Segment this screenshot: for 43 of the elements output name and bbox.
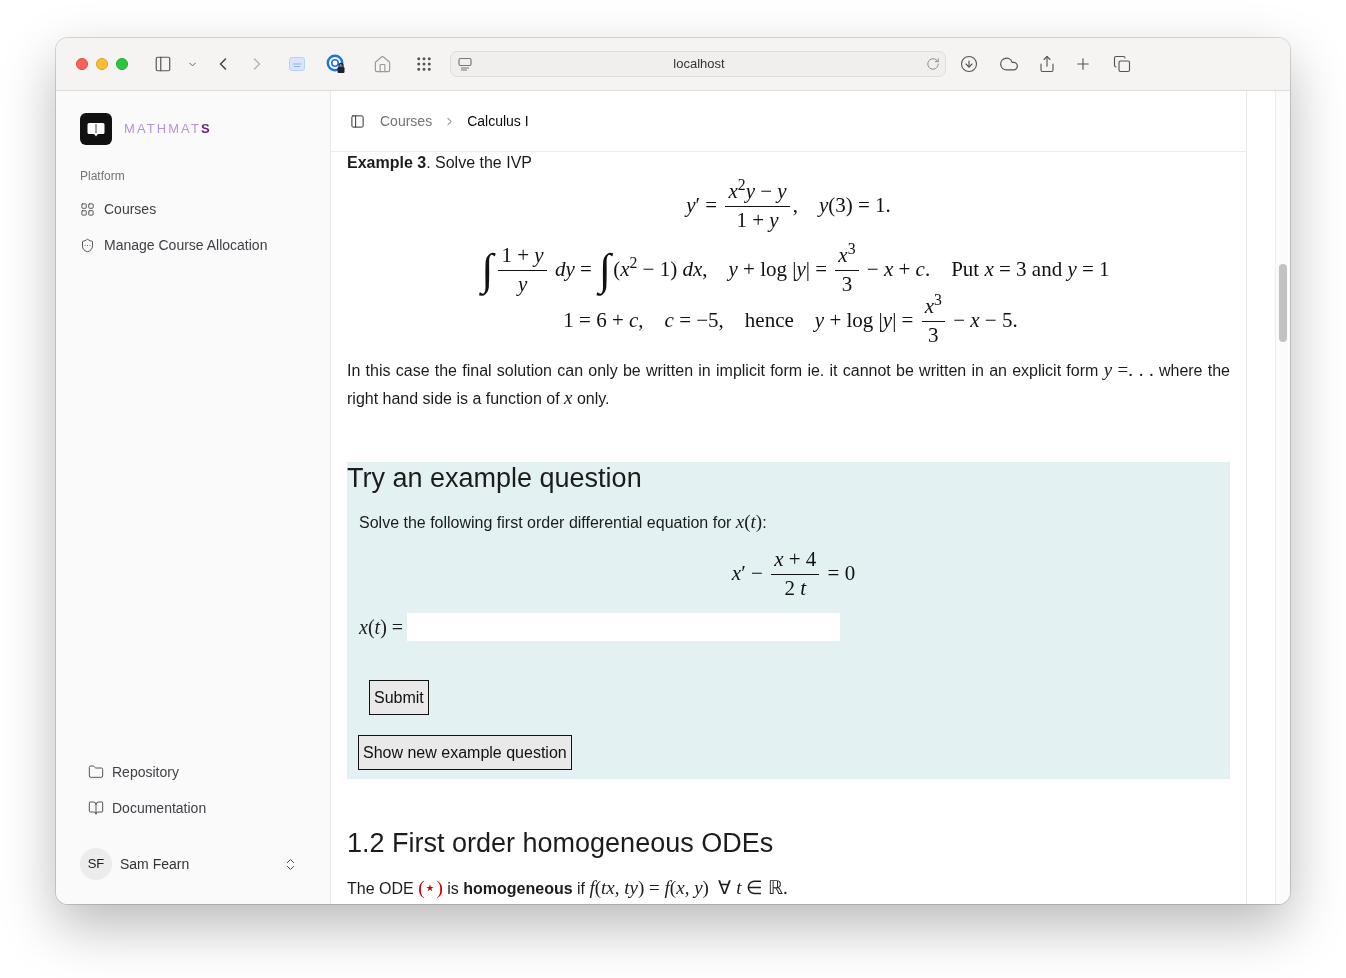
user-name: Sam Fearn — [120, 854, 190, 874]
page-icon[interactable] — [458, 57, 472, 71]
nav-link[interactable]: Manage Course Allocation — [72, 227, 276, 263]
user-avatar: SF — [80, 848, 112, 880]
new-question-button[interactable]: Show new example question — [358, 735, 572, 770]
section-heading: 1.2 First order homogeneous ODEs — [347, 827, 775, 860]
download-icon[interactable] — [960, 55, 978, 73]
tabs-icon[interactable] — [1113, 55, 1131, 73]
breadcrumb-link[interactable]: Calculus I — [467, 110, 529, 132]
home-icon[interactable] — [373, 54, 392, 74]
sidebar-icon[interactable] — [154, 55, 172, 73]
breadcrumb-link[interactable]: Courses — [380, 110, 433, 132]
lock-ring-icon[interactable] — [326, 54, 346, 74]
question-text: Solve the following first order differential equation for x(t): — [359, 511, 767, 534]
paragraph: The ODE (⋆) is homogeneous if f(tx, ty) = f(x, y) ∀ t ∈ ℝ. — [347, 877, 789, 900]
answer-label: x(t) = — [359, 615, 404, 641]
window-minimize-icon[interactable] — [96, 58, 108, 70]
grid-icon[interactable] — [415, 55, 433, 73]
share-icon[interactable] — [1038, 55, 1056, 73]
panel-title: Try an example question — [347, 462, 642, 494]
section-label: Platform — [79, 168, 126, 184]
reload-icon[interactable] — [926, 57, 940, 71]
submit-button[interactable]: Submit — [369, 680, 429, 715]
nav-link[interactable]: Documentation — [80, 790, 215, 826]
math-equation: y′ = x$^{2}$y − y 1 + y , y(3) = 1. — [686, 179, 891, 233]
answer-field[interactable] — [407, 613, 841, 641]
sidebar-toggle-icon[interactable] — [350, 113, 365, 129]
folder-icon — [88, 764, 104, 780]
nav-link[interactable]: Repository — [80, 754, 187, 790]
nav-link[interactable]: Courses — [72, 191, 165, 227]
window-zoom-icon[interactable] — [116, 58, 128, 70]
scrollbar-thumb[interactable] — [1279, 264, 1287, 342]
grid-icon — [80, 201, 95, 217]
window-close-icon[interactable] — [76, 58, 88, 70]
book-icon — [88, 800, 104, 816]
logo-icon — [80, 113, 112, 145]
shield-icon — [80, 237, 95, 253]
scrollbar[interactable] — [1275, 91, 1290, 904]
paragraph: In this case the final solution can only be written in implicit form ie. it cannot be written in an explicit form y =. . . where the right hand side is a function of x only. — [347, 358, 1230, 410]
example-heading: Example 3. Solve the IVP — [347, 153, 533, 173]
plus-icon[interactable] — [1074, 55, 1092, 73]
sidebar: MATHMATS Platform Courses Manage Course Allocation Repository Documentation SF Sam Fearn — [56, 91, 331, 904]
address-bar[interactable]: localhost — [450, 51, 946, 77]
